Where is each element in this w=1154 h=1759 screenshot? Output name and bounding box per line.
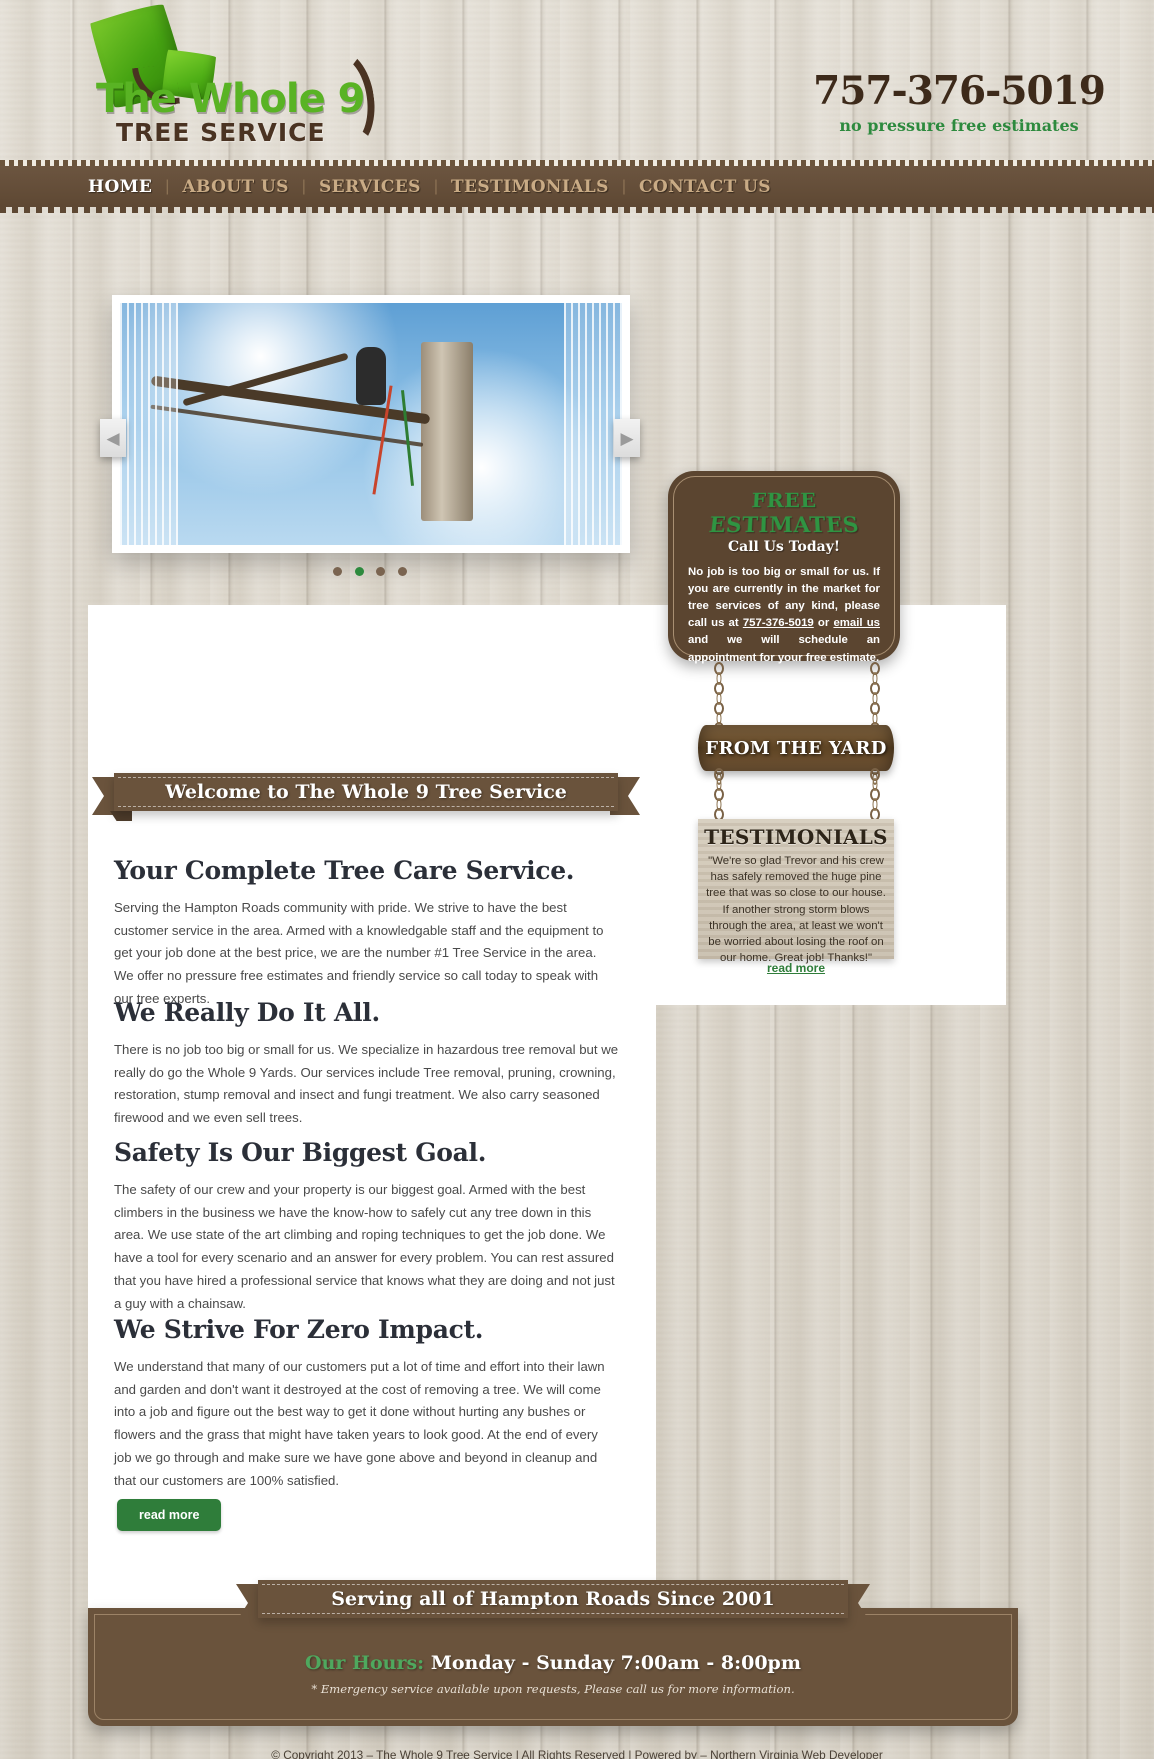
section-complete-tree-care: Your Complete Tree Care Service. Serving… xyxy=(114,856,619,1011)
nav-separator: | xyxy=(433,177,438,195)
section-heading: We Strive For Zero Impact. xyxy=(114,1315,484,1344)
nav-separator: | xyxy=(621,177,626,195)
from-the-yard-sign: FROM THE YARD xyxy=(698,725,894,771)
slide-image xyxy=(120,303,622,545)
free-estimates-inner: FREE ESTIMATES Call Us Today! No job is … xyxy=(673,476,895,664)
footer-ribbon-body: Serving all of Hampton Roads Since 2001 xyxy=(258,1580,848,1618)
slider-dot-1[interactable] xyxy=(333,567,343,576)
welcome-ribbon: Welcome to The Whole 9 Tree Service xyxy=(92,773,640,821)
site-header: The Whole 9 TREE SERVICE 757-376-5019 no… xyxy=(0,0,1154,160)
slider-dot-4[interactable] xyxy=(397,567,407,576)
nav-item-home[interactable]: HOME xyxy=(88,177,152,197)
estimate-text-part3: and we will schedule an appointment for … xyxy=(688,634,880,664)
copyright-text: © Copyright 2013 – The Whole 9 Tree Serv… xyxy=(271,1748,711,1759)
logo-main-text: The Whole 9 xyxy=(96,76,365,122)
section-body: Serving the Hampton Roads community with… xyxy=(114,900,604,1006)
copyright-developer-link[interactable]: Northern Virginia Web Developer xyxy=(710,1748,883,1759)
testimonial-quote: "We're so glad Trevor and his crew has s… xyxy=(706,855,886,965)
from-the-yard-text: FROM THE YARD xyxy=(705,737,887,759)
nav-separator: | xyxy=(301,177,306,195)
testimonials-panel: TESTIMONIALS "We're so glad Trevor and h… xyxy=(698,819,894,964)
welcome-heading: Welcome to The Whole 9 Tree Service xyxy=(165,781,567,803)
nav-item-services[interactable]: SERVICES xyxy=(319,177,421,197)
nav-item-about-us[interactable]: ABOUT US xyxy=(182,177,288,197)
section-body: We understand that many of our customers… xyxy=(114,1359,605,1488)
slider-prev-arrow-icon[interactable]: ◀ xyxy=(100,419,126,457)
nav-item-contact-us[interactable]: CONTACT US xyxy=(639,177,771,197)
nav-separator: | xyxy=(165,177,170,195)
chain-left-lower xyxy=(714,768,724,821)
footer-hours-note: * Emergency service available upon reque… xyxy=(311,1682,795,1696)
nav-item-testimonials[interactable]: TESTIMONIALS xyxy=(451,177,609,197)
site-logo[interactable]: The Whole 9 TREE SERVICE xyxy=(87,0,381,154)
call-us-today-text: Call Us Today! xyxy=(728,539,840,555)
climber-graphic xyxy=(355,346,386,405)
slider-dots xyxy=(100,563,640,581)
section-heading: We Really Do It All. xyxy=(114,998,380,1027)
section-heading: Your Complete Tree Care Service. xyxy=(114,856,575,885)
testimonial-read-more-link[interactable]: read more xyxy=(698,961,894,975)
slider-dot-3[interactable] xyxy=(376,567,386,576)
section-heading: Safety Is Our Biggest Goal. xyxy=(114,1138,487,1167)
free-estimates-paragraph: No job is too big or small for us. If yo… xyxy=(688,564,880,667)
chain-right-lower xyxy=(870,768,880,821)
chevron-right-icon: ▶ xyxy=(620,428,634,448)
hero-slider[interactable]: ◀ ▶ xyxy=(100,295,640,576)
main-navigation: HOME | ABOUT US | SERVICES | TESTIMONIAL… xyxy=(0,160,1154,213)
free-estimates-title: FREE ESTIMATES xyxy=(707,488,861,538)
read-more-button[interactable]: read more xyxy=(117,1499,222,1531)
section-zero-impact: We Strive For Zero Impact. We understand… xyxy=(114,1315,619,1492)
phone-tagline: no pressure free estimates xyxy=(839,116,1079,135)
ribbon-body: Welcome to The Whole 9 Tree Service xyxy=(114,773,618,811)
nav-bar: HOME | ABOUT US | SERVICES | TESTIMONIAL… xyxy=(0,166,1154,207)
tree-trunk-graphic xyxy=(421,341,474,521)
footer-banner-text: Serving all of Hampton Roads Since 2001 xyxy=(331,1588,775,1610)
estimate-text-part2: or xyxy=(813,617,834,630)
estimate-email-link[interactable]: email us xyxy=(833,617,880,629)
header-phone-block: 757-376-5019 no pressure free estimates xyxy=(794,68,1124,135)
footer-ribbon: Serving all of Hampton Roads Since 2001 xyxy=(88,1580,1018,1622)
section-safety-biggest-goal: Safety Is Our Biggest Goal. The safety o… xyxy=(114,1138,619,1315)
section-body: The safety of our crew and your property… xyxy=(114,1182,615,1311)
hours-label: Our Hours: xyxy=(305,1652,425,1674)
logo-sub-text: TREE SERVICE xyxy=(116,118,326,147)
chevron-left-icon: ◀ xyxy=(106,428,120,448)
section-we-really-do-it-all: We Really Do It All. There is no job too… xyxy=(114,998,619,1130)
footer-panel: Our Hours: Monday - Sunday 7:00am - 8:00… xyxy=(88,1608,1018,1726)
footer-hours: Our Hours: Monday - Sunday 7:00am - 8:00… xyxy=(88,1652,1018,1674)
copyright-line: © Copyright 2013 – The Whole 9 Tree Serv… xyxy=(0,1748,1154,1759)
nav-bottom-zigzag xyxy=(0,204,1154,213)
testimonials-title: TESTIMONIALS xyxy=(704,825,888,849)
slider-next-arrow-icon[interactable]: ▶ xyxy=(614,419,640,457)
page-root: The Whole 9 TREE SERVICE 757-376-5019 no… xyxy=(0,0,1154,1759)
slide-transition-left xyxy=(120,303,178,545)
slider-dot-2[interactable] xyxy=(354,567,364,576)
free-estimates-panel: FREE ESTIMATES Call Us Today! No job is … xyxy=(668,471,900,664)
slider-frame xyxy=(112,295,630,553)
hours-value: Monday - Sunday 7:00am - 8:00pm xyxy=(430,1652,801,1674)
phone-number[interactable]: 757-376-5019 xyxy=(794,68,1124,114)
estimate-phone-link[interactable]: 757-376-5019 xyxy=(743,617,814,629)
rope-green-graphic xyxy=(401,390,415,487)
section-body: There is no job too big or small for us.… xyxy=(114,1042,619,1126)
